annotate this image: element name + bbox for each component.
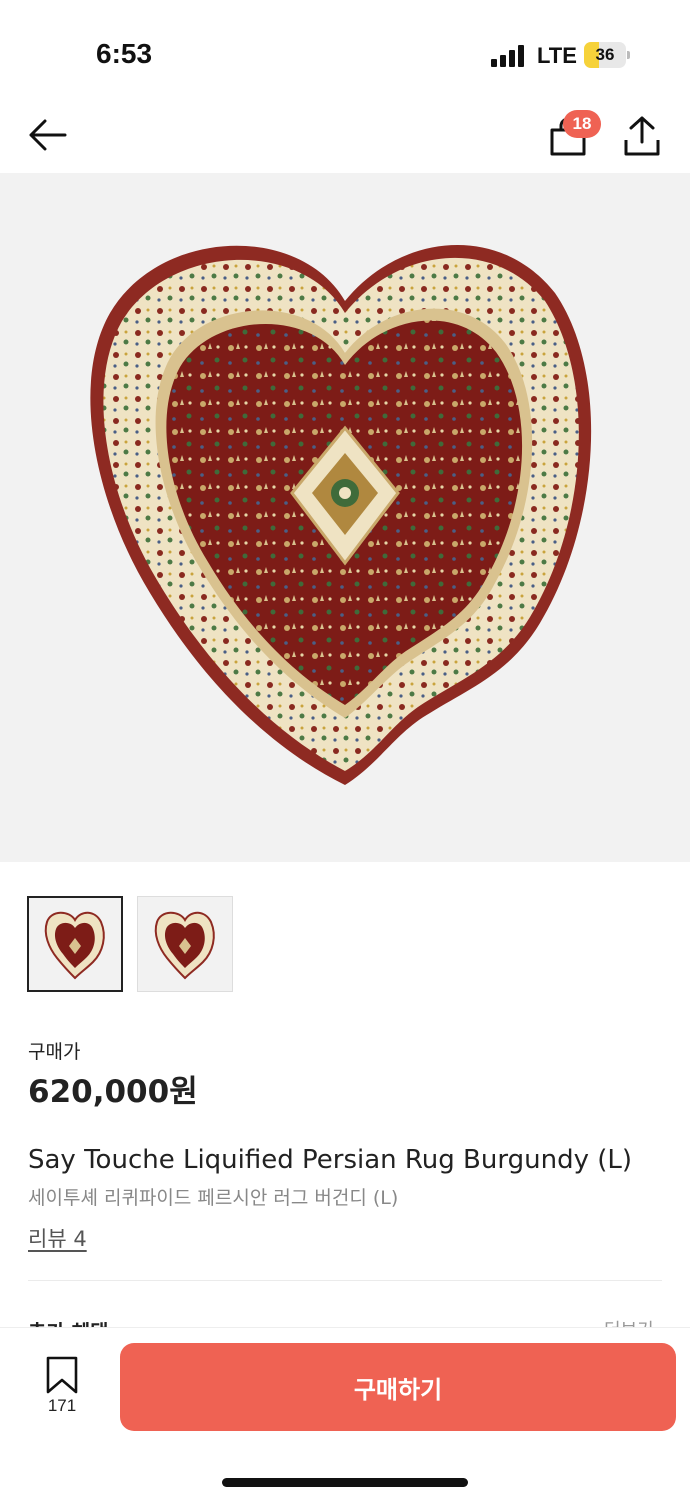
home-indicator xyxy=(222,1478,468,1487)
status-time: 6:53 xyxy=(96,38,153,69)
heart-rug-thumb-1 xyxy=(44,911,105,980)
share-icon xyxy=(624,116,660,156)
battery-level: 36 xyxy=(595,45,615,64)
wishlist-count: 171 xyxy=(47,1396,77,1415)
bookmark-icon xyxy=(46,1356,78,1394)
divider xyxy=(28,1280,662,1281)
status-bar: 6:53 LTE 36 xyxy=(0,0,690,100)
signal-icon xyxy=(491,45,524,67)
back-button[interactable] xyxy=(24,114,70,156)
thumbnail-2[interactable] xyxy=(137,896,233,992)
cart-count-badge: 18 xyxy=(563,110,601,138)
review-link[interactable]: 리뷰 4 xyxy=(28,1223,87,1253)
network-label: LTE xyxy=(537,43,577,68)
share-button[interactable] xyxy=(620,114,664,158)
thumbnail-1[interactable] xyxy=(27,896,123,992)
product-title-ko: 세이투셰 리퀴파이드 페르시안 러그 버건디 (L) xyxy=(28,1187,399,1209)
bottom-action-bar: 171 구매하기 xyxy=(0,1327,690,1500)
product-image[interactable] xyxy=(0,173,690,862)
heart-rug-thumb-2 xyxy=(154,911,215,980)
heart-rug-image xyxy=(90,245,592,785)
battery-icon: 36 xyxy=(584,42,630,68)
wishlist-button[interactable]: 171 xyxy=(36,1356,88,1418)
product-price: 620,000원 xyxy=(28,1074,198,1110)
thumbnail-strip xyxy=(27,896,233,992)
arrow-left-icon xyxy=(29,119,67,151)
price-label: 구매가 xyxy=(28,1041,81,1063)
buy-button[interactable]: 구매하기 xyxy=(120,1343,676,1431)
product-title-en: Say Touche Liquified Persian Rug Burgund… xyxy=(28,1145,632,1175)
